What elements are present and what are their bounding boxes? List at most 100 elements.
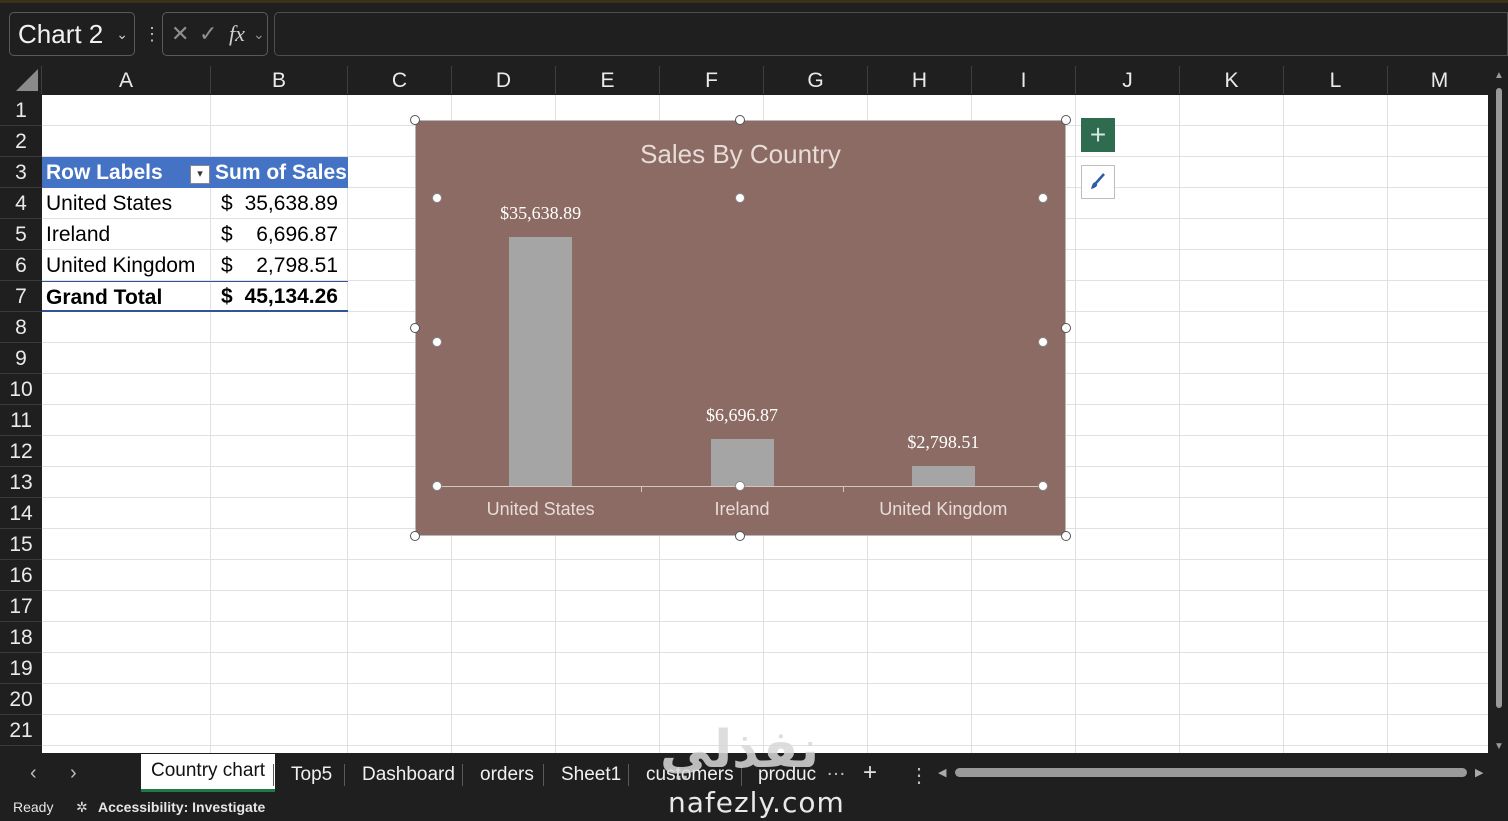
- pivot-row-label[interactable]: United Kingdom: [46, 250, 211, 281]
- sheet-tab-sheet1[interactable]: Sheet1: [551, 756, 631, 792]
- row-header[interactable]: 11: [0, 405, 42, 436]
- column-header[interactable]: B: [211, 66, 348, 94]
- row-header[interactable]: 19: [0, 653, 42, 684]
- column-header[interactable]: K: [1180, 66, 1284, 94]
- sheet-tab-top5[interactable]: Top5: [281, 756, 342, 792]
- row-header[interactable]: 9: [0, 343, 42, 374]
- row-header[interactable]: 6: [0, 250, 42, 281]
- sheet-tab-orders[interactable]: orders: [470, 756, 544, 792]
- resize-handle[interactable]: [410, 115, 420, 125]
- more-vertical-icon[interactable]: ⋮: [909, 763, 929, 788]
- resize-handle[interactable]: [1061, 115, 1071, 125]
- pivot-row-label[interactable]: Ireland: [46, 219, 211, 250]
- filter-dropdown-icon[interactable]: ▾: [190, 165, 210, 184]
- column-header[interactable]: D: [452, 66, 556, 94]
- pivot-row-label[interactable]: United States: [46, 188, 211, 219]
- row-header[interactable]: 12: [0, 436, 42, 467]
- resize-handle[interactable]: [410, 531, 420, 541]
- row-header[interactable]: 17: [0, 591, 42, 622]
- data-label[interactable]: $6,696.87: [672, 405, 812, 426]
- pivot-grand-total-value[interactable]: 45,134.26: [211, 281, 338, 312]
- plot-area-handle[interactable]: [1038, 337, 1048, 347]
- column-header[interactable]: J: [1076, 66, 1180, 94]
- chevron-down-icon[interactable]: ⌄: [253, 26, 265, 43]
- chart-bar[interactable]: [911, 466, 975, 486]
- scroll-thumb[interactable]: [1496, 88, 1502, 708]
- column-header[interactable]: L: [1284, 66, 1388, 94]
- row-header[interactable]: 18: [0, 622, 42, 653]
- pivot-row-value[interactable]: 2,798.51: [211, 250, 338, 281]
- row-header[interactable]: 15: [0, 529, 42, 560]
- plot-area-handle[interactable]: [432, 193, 442, 203]
- sheet-tab-dashboard[interactable]: Dashboard: [352, 756, 465, 792]
- row-header[interactable]: 3: [0, 157, 42, 188]
- data-label[interactable]: $35,638.89: [471, 203, 611, 224]
- column-header[interactable]: M: [1388, 66, 1492, 94]
- plot-area-handle[interactable]: [432, 481, 442, 491]
- resize-handle[interactable]: [1061, 323, 1071, 333]
- column-header[interactable]: G: [764, 66, 868, 94]
- chevron-down-icon[interactable]: ⌄: [116, 13, 128, 55]
- row-header[interactable]: 13: [0, 467, 42, 498]
- pivot-row-value[interactable]: 35,638.89: [211, 188, 338, 219]
- sheet-tab-country-chart[interactable]: Country chart: [141, 754, 276, 792]
- chart-bar[interactable]: [509, 236, 573, 486]
- pivot-header-row-labels[interactable]: Row Labels ▾: [42, 157, 212, 188]
- row-header[interactable]: 7: [0, 281, 42, 312]
- row-header[interactable]: 4: [0, 188, 42, 219]
- resize-handle[interactable]: [735, 115, 745, 125]
- column-header[interactable]: A: [42, 66, 211, 94]
- horizontal-scrollbar-thumb[interactable]: [955, 768, 1467, 777]
- row-header[interactable]: 21: [0, 715, 42, 746]
- scroll-left-icon[interactable]: ◀: [938, 766, 946, 779]
- x-tick-label[interactable]: United States: [441, 499, 641, 520]
- x-tick-label[interactable]: Ireland: [642, 499, 842, 520]
- accessibility-status[interactable]: Accessibility: Investigate: [98, 794, 265, 821]
- row-header[interactable]: 10: [0, 374, 42, 405]
- select-all-corner[interactable]: [0, 66, 42, 94]
- resize-handle[interactable]: [735, 531, 745, 541]
- plot-area-handle[interactable]: [432, 337, 442, 347]
- row-header[interactable]: 2: [0, 126, 42, 157]
- scroll-right-icon[interactable]: ▶: [1475, 766, 1483, 779]
- plot-area-handle[interactable]: [1038, 193, 1048, 203]
- pivot-header-sum[interactable]: Sum of Sales: [211, 157, 348, 188]
- column-header[interactable]: E: [556, 66, 660, 94]
- x-tick-label[interactable]: United Kingdom: [843, 499, 1043, 520]
- insert-function-icon[interactable]: fx: [229, 21, 245, 47]
- pivot-chart[interactable]: Sales By Country $35,638.89 United States…: [415, 120, 1066, 536]
- data-label[interactable]: $2,798.51: [873, 432, 1013, 453]
- plot-area-handle[interactable]: [1038, 481, 1048, 491]
- row-header[interactable]: 8: [0, 312, 42, 343]
- name-box[interactable]: Chart 2 ⌄: [9, 12, 135, 56]
- row-header[interactable]: 14: [0, 498, 42, 529]
- row-header[interactable]: 5: [0, 219, 42, 250]
- more-vertical-icon[interactable]: ⋮: [143, 25, 161, 43]
- chart-title[interactable]: Sales By Country: [416, 139, 1065, 170]
- scroll-down-icon[interactable]: ▼: [1494, 741, 1504, 752]
- column-header[interactable]: I: [972, 66, 1076, 94]
- column-header[interactable]: H: [868, 66, 972, 94]
- row-header[interactable]: 20: [0, 684, 42, 715]
- formula-input[interactable]: [274, 12, 1508, 56]
- scroll-up-icon[interactable]: ▲: [1494, 70, 1504, 81]
- column-header[interactable]: C: [348, 66, 452, 94]
- resize-handle[interactable]: [410, 323, 420, 333]
- pivot-row-value[interactable]: 6,696.87: [211, 219, 338, 250]
- row-header[interactable]: 16: [0, 560, 42, 591]
- chart-elements-button[interactable]: +: [1081, 118, 1115, 152]
- next-sheet-icon[interactable]: ›: [70, 762, 77, 785]
- chart-bar[interactable]: [710, 439, 774, 486]
- resize-handle[interactable]: [1061, 531, 1071, 541]
- cancel-icon[interactable]: ✕: [171, 21, 189, 47]
- plot-area-handle[interactable]: [735, 481, 745, 491]
- column-header[interactable]: F: [660, 66, 764, 94]
- accessibility-icon[interactable]: ✲: [76, 794, 88, 821]
- chart-styles-button[interactable]: [1081, 165, 1115, 199]
- prev-sheet-icon[interactable]: ‹: [30, 762, 37, 785]
- plot-area-handle[interactable]: [735, 193, 745, 203]
- add-sheet-icon[interactable]: +: [863, 759, 877, 787]
- enter-icon[interactable]: ✓: [199, 21, 217, 47]
- more-sheets-icon[interactable]: …: [826, 758, 846, 781]
- vertical-scrollbar[interactable]: ▲ ▼: [1490, 66, 1508, 754]
